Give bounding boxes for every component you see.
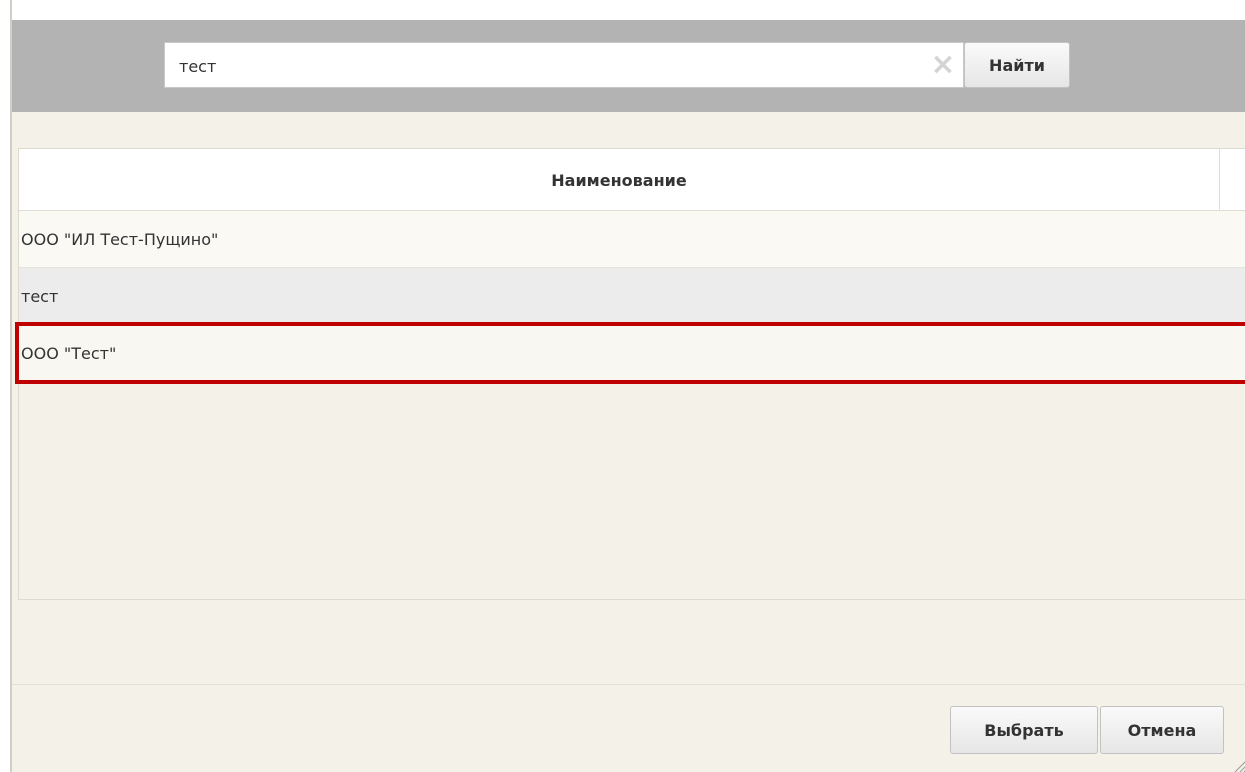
column-header-name[interactable]: Наименование (19, 149, 1219, 211)
table-row[interactable]: тест (19, 268, 1245, 325)
table-row[interactable]: ООО "ИЛ Тест-Пущино" (19, 211, 1245, 268)
search-input-value: тест (179, 57, 217, 76)
select-button[interactable]: Выбрать (950, 706, 1098, 754)
search-input[interactable]: тест × (164, 42, 964, 88)
clear-icon[interactable]: × (929, 50, 957, 80)
resize-grip-icon[interactable] (1231, 756, 1245, 772)
cancel-button[interactable]: Отмена (1100, 706, 1224, 754)
results-grid: Наименование ООО "ИЛ Тест-Пущино" тест О… (15, 148, 1245, 600)
column-separator (1219, 149, 1220, 211)
find-button[interactable]: Найти (964, 42, 1070, 88)
table-row-selected[interactable]: ООО "Тест" (19, 325, 1245, 382)
footer-divider (12, 684, 1245, 685)
dialog-top-strip (12, 0, 1245, 20)
search-toolbar: тест × Найти (12, 20, 1245, 112)
select-organization-dialog: тест × Найти Наименование ООО "ИЛ Тест-П… (10, 0, 1245, 772)
grid-header: Наименование (19, 149, 1245, 211)
